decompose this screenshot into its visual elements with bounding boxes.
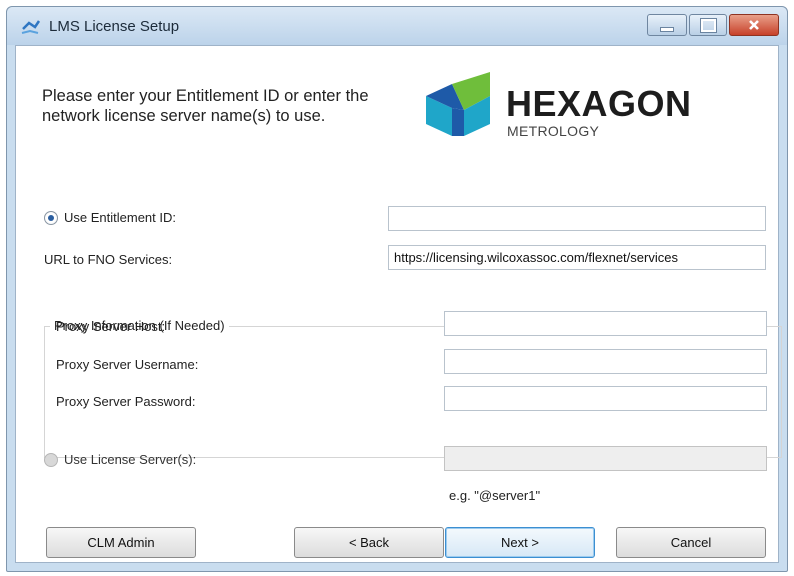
proxy-password-input[interactable]: [444, 386, 767, 411]
proxy-password-label: Proxy Server Password:: [56, 394, 196, 409]
proxy-username-input[interactable]: [444, 349, 767, 374]
next-button[interactable]: Next >: [445, 527, 595, 558]
dialog-body: Please enter your Entitlement ID or ente…: [15, 45, 782, 563]
maximize-icon: [699, 17, 717, 33]
close-icon: [749, 20, 759, 30]
proxy-host-input[interactable]: [444, 311, 767, 336]
fno-url-input[interactable]: [388, 245, 766, 270]
logo-subtitle: METROLOGY: [507, 123, 600, 139]
clm-admin-button[interactable]: CLM Admin: [46, 527, 196, 558]
maximize-button[interactable]: [689, 14, 727, 36]
minimize-button[interactable]: [647, 14, 687, 36]
license-server-label[interactable]: Use License Server(s):: [64, 452, 196, 467]
minimize-icon: [660, 26, 674, 32]
title-bar[interactable]: LMS License Setup: [7, 7, 787, 45]
close-button[interactable]: [729, 14, 779, 36]
fno-url-label: URL to FNO Services:: [44, 252, 173, 267]
entitlement-id-input[interactable]: [388, 206, 766, 231]
cancel-button[interactable]: Cancel: [616, 527, 766, 558]
window-title: LMS License Setup: [49, 18, 180, 35]
back-button[interactable]: < Back: [294, 527, 444, 558]
proxy-username-label: Proxy Server Username:: [56, 357, 199, 372]
hexagon-logo-icon: [426, 72, 490, 136]
intro-text: Please enter your Entitlement ID or ente…: [42, 87, 369, 125]
logo-wordmark: HEXAGON: [506, 83, 692, 124]
proxy-host-label: Proxy Server Host:: [56, 319, 166, 334]
license-server-radio[interactable]: [44, 453, 58, 467]
license-server-hint: e.g. "@server1": [449, 488, 541, 503]
license-server-input[interactable]: [444, 446, 767, 471]
dialog-window: LMS License Setup Please enter your Enti…: [6, 6, 788, 572]
app-icon: [21, 20, 41, 34]
entitlement-radio[interactable]: [44, 211, 58, 225]
entitlement-label[interactable]: Use Entitlement ID:: [64, 210, 176, 225]
